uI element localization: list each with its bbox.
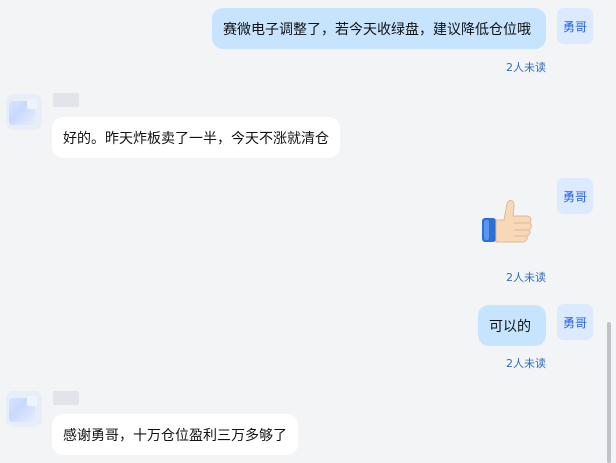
message-text: 好的。昨天炸板卖了一半，今天不涨就清仓: [63, 130, 329, 147]
avatar-label: 勇哥: [562, 19, 587, 34]
scrollbar-thumb[interactable]: [607, 322, 611, 463]
my-avatar[interactable]: 勇哥: [557, 304, 593, 340]
avatar-label: 勇哥: [562, 189, 587, 204]
message-text: 可以的: [489, 318, 531, 335]
avatar-image-detail: [27, 99, 37, 109]
contact-message-bubble[interactable]: 好的。昨天炸板卖了一半，今天不涨就清仓: [52, 117, 340, 158]
avatar-image-detail: [27, 396, 37, 406]
sender-name-hidden: [53, 391, 79, 405]
thumbs-up-icon[interactable]: [480, 194, 534, 248]
avatar-label: 勇哥: [562, 315, 587, 330]
my-avatar[interactable]: 勇哥: [557, 8, 593, 44]
my-avatar[interactable]: 勇哥: [557, 178, 593, 214]
contact-avatar[interactable]: [6, 391, 42, 427]
sender-name-hidden: [53, 93, 79, 107]
read-status[interactable]: 2人未读: [480, 269, 546, 285]
my-message-bubble[interactable]: 可以的: [478, 305, 546, 346]
my-message-bubble[interactable]: 赛微电子调整了，若今天收绿盘，建议降低仓位哦: [212, 8, 546, 49]
message-text: 赛微电子调整了，若今天收绿盘，建议降低仓位哦: [223, 21, 531, 38]
read-status[interactable]: 2人未读: [480, 355, 546, 371]
read-status[interactable]: 2人未读: [480, 59, 546, 75]
chat-message-list: 赛微电子调整了，若今天收绿盘，建议降低仓位哦 勇哥 2人未读 好的。昨天炸板卖了…: [0, 0, 616, 463]
contact-avatar[interactable]: [6, 94, 42, 130]
hand-shape: [495, 199, 532, 243]
message-text: 感谢勇哥，十万仓位盈利三万多够了: [63, 427, 287, 444]
contact-message-bubble[interactable]: 感谢勇哥，十万仓位盈利三万多够了: [52, 414, 298, 455]
sleeve-highlight: [484, 220, 489, 240]
